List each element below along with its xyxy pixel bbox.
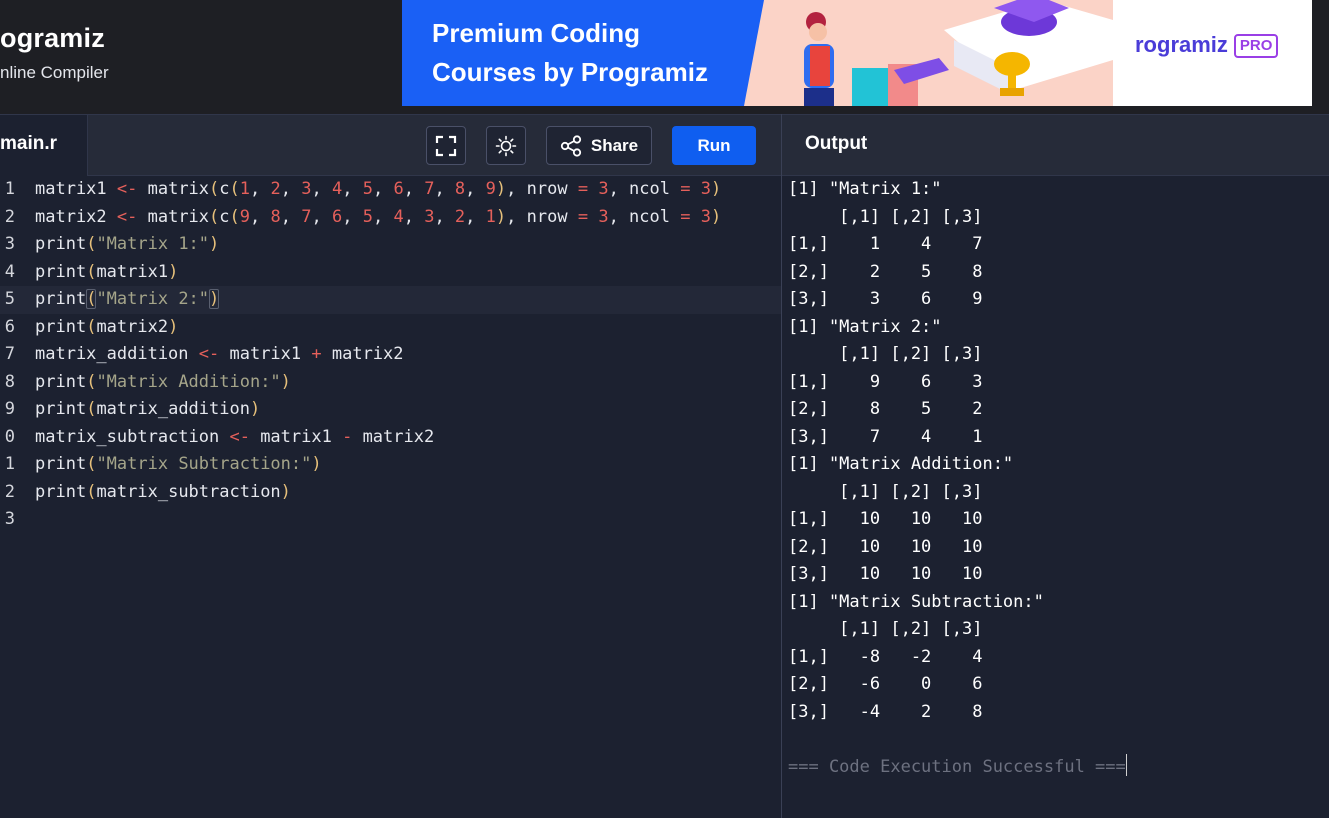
output-line: [,1] [,2] [,3] bbox=[788, 619, 983, 639]
output-line: [2,] 2 5 8 bbox=[788, 261, 983, 282]
output-line: [1,] 9 6 3 bbox=[788, 371, 983, 392]
output-line: [3,] 7 4 1 bbox=[788, 426, 983, 447]
output-line: [,1] [,2] [,3] bbox=[788, 344, 983, 364]
code-line[interactable]: 3 print("Matrix 1:") bbox=[0, 231, 781, 259]
promo-banner[interactable]: Premium Coding Courses by Programiz rogr… bbox=[402, 0, 1312, 106]
editor-toolbar: main.r Share Run Output bbox=[0, 114, 1329, 176]
output-line: [1] "Matrix Addition:" bbox=[788, 454, 1014, 474]
share-icon bbox=[560, 134, 581, 157]
sun-icon bbox=[495, 135, 517, 156]
file-tab[interactable]: main.r bbox=[0, 115, 88, 176]
line-number: 3 bbox=[4, 234, 15, 254]
output-line: [,1] [,2] [,3] bbox=[788, 481, 983, 502]
output-line: [2,] -6 0 6 bbox=[788, 674, 983, 694]
code-line[interactable]: 6 print(matrix2) bbox=[0, 314, 781, 342]
code-line[interactable]: 7 matrix_addition <- matrix1 + matrix2 bbox=[0, 341, 781, 369]
line-number: 4 bbox=[4, 261, 15, 282]
output-line: [1,] 10 10 10 bbox=[788, 509, 983, 529]
code-line[interactable]: 1 print("Matrix Subtraction:") bbox=[0, 451, 781, 479]
code-line[interactable]: 1 matrix1 <- matrix(c(1, 2, 3, 4, 5, 6, 7… bbox=[0, 176, 781, 204]
code-line[interactable]: 9 print(matrix_addition) bbox=[0, 396, 781, 424]
code-text[interactable]: matrix_subtraction <- matrix1 - matrix2 bbox=[35, 424, 434, 452]
code-line[interactable]: 2 print(matrix_subtraction) bbox=[0, 479, 781, 507]
pro-badge: PRO bbox=[1233, 34, 1279, 58]
output-line: [1] "Matrix Subtraction:" bbox=[788, 591, 1044, 612]
logo-text: rogramiz bbox=[1135, 32, 1228, 57]
brand-subtitle: nline Compiler bbox=[0, 63, 109, 82]
code-line[interactable]: 4 print(matrix1) bbox=[0, 259, 781, 287]
banner-illustration bbox=[744, 0, 1113, 106]
theme-toggle-button[interactable] bbox=[486, 126, 526, 165]
output-console[interactable]: [1] "Matrix 1:" [,1] [,2] [,3] [1,] 1 4 7… bbox=[782, 176, 1329, 818]
line-number: 3 bbox=[4, 509, 15, 529]
line-number: 8 bbox=[4, 371, 15, 392]
file-tab-label: main.r bbox=[0, 133, 58, 154]
line-number: 2 bbox=[4, 481, 15, 502]
code-text[interactable]: print("Matrix Subtraction:") bbox=[35, 451, 322, 479]
output-line: [1] "Matrix 2:" bbox=[788, 316, 942, 337]
code-text[interactable]: matrix_addition <- matrix1 + matrix2 bbox=[35, 341, 404, 369]
banner-headline: Premium Coding Courses by Programiz bbox=[432, 14, 708, 92]
output-line: [1,] 1 4 7 bbox=[788, 234, 983, 254]
banner-line-1: Premium Coding bbox=[432, 18, 641, 48]
code-line[interactable]: 3 bbox=[0, 506, 781, 534]
expand-icon bbox=[435, 135, 457, 156]
output-line: [1] "Matrix 1:" bbox=[788, 179, 942, 199]
code-text[interactable]: print(matrix1) bbox=[35, 259, 178, 287]
output-line: [3,] -4 2 8 bbox=[788, 701, 983, 722]
line-number: 1 bbox=[4, 179, 15, 199]
code-line[interactable]: 2 matrix2 <- matrix(c(9, 8, 7, 6, 5, 4, 3… bbox=[0, 204, 781, 232]
code-text[interactable]: print(matrix2) bbox=[35, 314, 178, 342]
output-line: [2,] 8 5 2 bbox=[788, 399, 983, 419]
run-button[interactable]: Run bbox=[672, 126, 756, 165]
output-line: [2,] 10 10 10 bbox=[788, 536, 983, 557]
fullscreen-button[interactable] bbox=[426, 126, 466, 165]
code-line[interactable]: 8 print("Matrix Addition:") bbox=[0, 369, 781, 397]
line-number: 1 bbox=[4, 454, 15, 474]
output-line: [1,] -8 -2 4 bbox=[788, 646, 983, 667]
text-cursor bbox=[1125, 753, 1127, 776]
code-text[interactable]: print("Matrix 1:") bbox=[35, 231, 219, 259]
output-panel-title: Output bbox=[805, 133, 868, 154]
code-line[interactable]: 5 print("Matrix 2:") bbox=[0, 286, 781, 314]
code-text[interactable]: matrix1 <- matrix(c(1, 2, 3, 4, 5, 6, 7,… bbox=[35, 176, 721, 204]
line-number: 9 bbox=[4, 399, 15, 419]
output-line: [,1] [,2] [,3] bbox=[788, 206, 983, 227]
top-header: ogramiz nline Compiler Premium Coding Co… bbox=[0, 0, 1329, 114]
code-text[interactable]: print(matrix_addition) bbox=[35, 396, 260, 424]
code-line[interactable]: 0 matrix_subtraction <- matrix1 - matrix2 bbox=[0, 424, 781, 452]
logo-wordmark: rogramiz PRO bbox=[1135, 32, 1279, 58]
brand-name[interactable]: ogramiz bbox=[0, 23, 105, 54]
output-line: [3,] 3 6 9 bbox=[788, 289, 983, 309]
code-text[interactable]: print("Matrix Addition:") bbox=[35, 369, 291, 397]
share-label: Share bbox=[590, 135, 639, 155]
share-button[interactable]: Share bbox=[546, 126, 652, 165]
line-number: 0 bbox=[4, 426, 15, 447]
code-editor[interactable]: 1 matrix1 <- matrix(c(1, 2, 3, 4, 5, 6, 7… bbox=[0, 176, 781, 818]
line-number: 5 bbox=[4, 289, 15, 309]
programiz-pro-logo: rogramiz PRO bbox=[1113, 0, 1312, 106]
code-text[interactable]: matrix2 <- matrix(c(9, 8, 7, 6, 5, 4, 3,… bbox=[35, 204, 721, 232]
line-number: 7 bbox=[4, 344, 15, 364]
execution-status: === Code Execution Successful === bbox=[788, 753, 1127, 782]
banner-line-2: Courses by Programiz bbox=[432, 57, 708, 87]
code-text[interactable]: print("Matrix 2:") bbox=[35, 286, 220, 314]
output-line: [3,] 10 10 10 bbox=[788, 564, 983, 584]
code-text[interactable]: print(matrix_subtraction) bbox=[35, 479, 291, 507]
line-number: 2 bbox=[4, 206, 15, 227]
line-number: 6 bbox=[4, 316, 15, 337]
